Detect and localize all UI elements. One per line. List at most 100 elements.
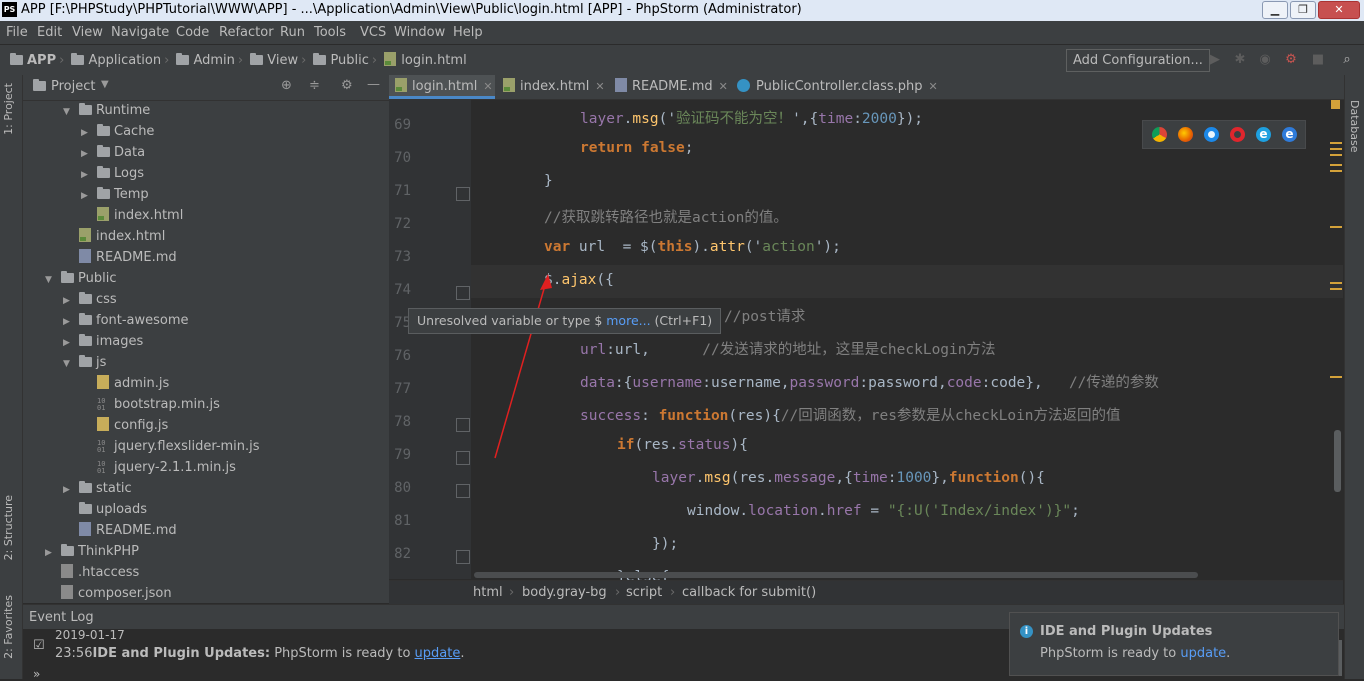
tree-item[interactable]: 10 01 jquery.flexslider-min.js	[81, 436, 260, 457]
menu-vcs[interactable]: VCS	[360, 25, 386, 40]
tree-item[interactable]: ▶ Logs	[81, 163, 144, 184]
tab-publiccontroller-class-php[interactable]: PublicController.class.php ✕	[731, 75, 938, 99]
chevron-down-icon[interactable]: ▼	[101, 79, 109, 90]
horizontal-scrollbar[interactable]	[474, 572, 1198, 578]
menu-run[interactable]: Run	[280, 25, 305, 40]
fold-marker-icon[interactable]	[456, 286, 470, 300]
fold-marker-icon[interactable]	[456, 451, 470, 465]
stop-icon[interactable]: ■	[1311, 53, 1325, 67]
tree-item[interactable]: ▶ images	[63, 331, 143, 352]
database-tool-tab[interactable]: Database	[1348, 100, 1361, 153]
structure-tool-tab[interactable]: 2: Structure	[2, 495, 15, 560]
fold-marker-icon[interactable]	[456, 187, 470, 201]
fold-marker-icon[interactable]	[456, 484, 470, 498]
chevron-right-icon[interactable]: ▶	[63, 480, 73, 501]
tree-item[interactable]: 10 01 bootstrap.min.js	[81, 394, 220, 415]
breadcrumb-view[interactable]: View	[267, 53, 298, 68]
tree-item[interactable]: ▶ font-awesome	[63, 310, 189, 331]
tree-item[interactable]: uploads	[63, 499, 147, 520]
chevron-down-icon[interactable]: ▼	[63, 102, 73, 123]
tree-item[interactable]: README.md	[63, 247, 177, 268]
coverage-icon[interactable]: ◉	[1258, 53, 1272, 67]
project-view-selector[interactable]: Project	[51, 79, 95, 94]
tree-item[interactable]: config.js	[81, 415, 168, 436]
warning-marker[interactable]	[1330, 164, 1342, 166]
tree-item[interactable]: composer.json	[45, 583, 172, 604]
tree-item[interactable]: ▶ Temp	[81, 184, 149, 205]
chevron-right-icon[interactable]: ▶	[63, 291, 73, 312]
event-update-link[interactable]: update	[415, 646, 461, 661]
run-icon[interactable]: ▶	[1208, 53, 1222, 67]
tree-item[interactable]: ▼ Runtime	[63, 100, 150, 121]
chevron-right-icon[interactable]: ▶	[45, 543, 55, 564]
chevron-right-icon[interactable]: ▶	[63, 312, 73, 333]
tab-readme-md[interactable]: README.md ✕	[609, 75, 728, 99]
menu-refactor[interactable]: Refactor	[219, 25, 274, 40]
debug-icon[interactable]: ✱	[1233, 53, 1247, 67]
internet-explorer-icon[interactable]: e	[1256, 127, 1271, 142]
tree-item[interactable]: ▼ Public	[45, 268, 116, 289]
chevron-right-icon[interactable]: ▶	[63, 333, 73, 354]
breadcrumb-public[interactable]: Public	[330, 53, 368, 68]
chevron-right-icon[interactable]: ▶	[81, 165, 91, 186]
editor-scrollbar[interactable]	[1334, 430, 1341, 492]
warning-marker[interactable]	[1330, 142, 1342, 144]
warning-marker[interactable]	[1330, 376, 1342, 378]
warning-marker[interactable]	[1330, 282, 1342, 284]
favorites-tool-tab[interactable]: 2: Favorites	[2, 595, 15, 659]
menu-navigate[interactable]: Navigate	[111, 25, 169, 40]
close-icon[interactable]: ✕	[595, 80, 604, 93]
hide-panel-icon[interactable]: —	[367, 77, 380, 92]
warning-marker[interactable]	[1330, 170, 1342, 172]
locate-icon[interactable]: ⊕	[281, 78, 292, 93]
chrome-icon[interactable]	[1152, 127, 1167, 142]
chevron-down-icon[interactable]: ▼	[63, 354, 73, 375]
breadcrumb-callback[interactable]: callback for submit()	[682, 585, 816, 600]
tooltip-more-link[interactable]: more...	[606, 313, 650, 328]
chevron-down-icon[interactable]: ▼	[45, 270, 55, 291]
warning-marker[interactable]	[1330, 148, 1342, 150]
collapse-all-icon[interactable]: ≑	[309, 78, 320, 93]
edge-icon[interactable]: e	[1282, 127, 1297, 142]
tab-login-html[interactable]: login.html ✕	[389, 75, 495, 99]
breadcrumb-body[interactable]: body.gray-bg	[522, 585, 607, 600]
chevron-right-icon[interactable]: ▶	[81, 144, 91, 165]
breadcrumb-html[interactable]: html	[473, 585, 503, 600]
close-window-button[interactable]: ✕	[1318, 1, 1360, 19]
tree-item[interactable]: README.md	[63, 520, 177, 541]
search-icon[interactable]: ⌕	[1340, 53, 1354, 67]
tree-item[interactable]: ▶ ThinkPHP	[45, 541, 139, 562]
breadcrumb-admin[interactable]: Admin	[193, 53, 234, 68]
notification-update-link[interactable]: update	[1180, 646, 1226, 661]
tree-item[interactable]: ▶ Data	[81, 142, 145, 163]
fold-marker-icon[interactable]	[456, 550, 470, 564]
tree-item[interactable]: ▶ css	[63, 289, 117, 310]
tree-item[interactable]: ▶ Cache	[81, 121, 154, 142]
menu-tools[interactable]: Tools	[314, 25, 346, 40]
breadcrumb-login-html[interactable]: login.html	[401, 53, 466, 68]
firefox-icon[interactable]	[1178, 127, 1193, 142]
tree-item[interactable]: 10 01 jquery-2.1.1.min.js	[81, 457, 236, 478]
tree-item[interactable]: index.html	[81, 205, 183, 226]
menu-view[interactable]: View	[72, 25, 103, 40]
attach-icon[interactable]: ⚙	[1284, 53, 1298, 67]
warning-marker[interactable]	[1330, 226, 1342, 228]
safari-icon[interactable]	[1204, 127, 1219, 142]
warning-marker[interactable]	[1330, 154, 1342, 156]
tree-item[interactable]: ▼ js	[63, 352, 106, 373]
maximize-button[interactable]: ❐	[1290, 1, 1316, 19]
tree-item[interactable]: ▶ static	[63, 478, 132, 499]
inspection-status-icon[interactable]	[1331, 100, 1340, 109]
chevron-right-icon[interactable]: ▶	[81, 186, 91, 207]
close-icon[interactable]: ✕	[929, 80, 938, 93]
menu-code[interactable]: Code	[176, 25, 209, 40]
menu-edit[interactable]: Edit	[37, 25, 62, 40]
project-tool-tab[interactable]: 1: Project	[2, 83, 15, 135]
close-icon[interactable]: ✕	[483, 80, 492, 93]
fold-marker-icon[interactable]	[456, 418, 470, 432]
breadcrumb-application[interactable]: Application	[88, 53, 161, 68]
gear-icon[interactable]: ⚙	[341, 78, 353, 93]
tree-item[interactable]: index.html	[63, 226, 165, 247]
breadcrumb-app[interactable]: APP	[27, 53, 56, 68]
minimize-button[interactable]: ▁	[1262, 1, 1288, 19]
